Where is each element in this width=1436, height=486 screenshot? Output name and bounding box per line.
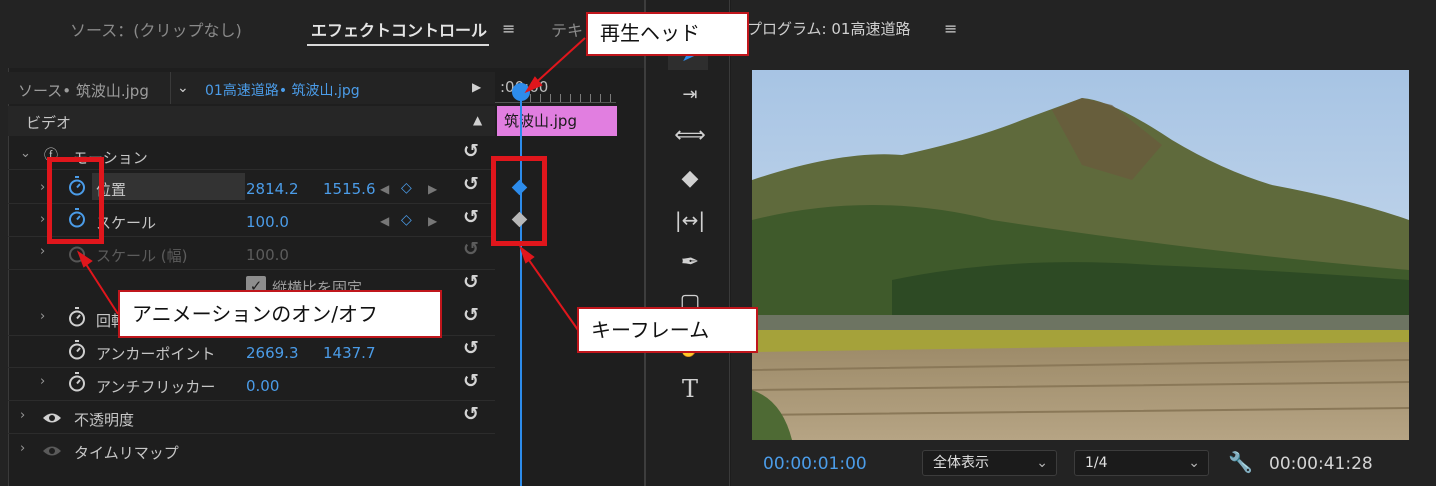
- keyframe-callout: キーフレーム: [577, 307, 758, 353]
- animation-toggle-callout: アニメーションのオン/オフ: [118, 290, 442, 338]
- annotation-arrows: [76, 37, 586, 331]
- playhead-callout: 再生ヘッド: [586, 12, 749, 56]
- animation-toggle-highlight: [47, 157, 104, 244]
- keyframe-highlight: [491, 156, 547, 246]
